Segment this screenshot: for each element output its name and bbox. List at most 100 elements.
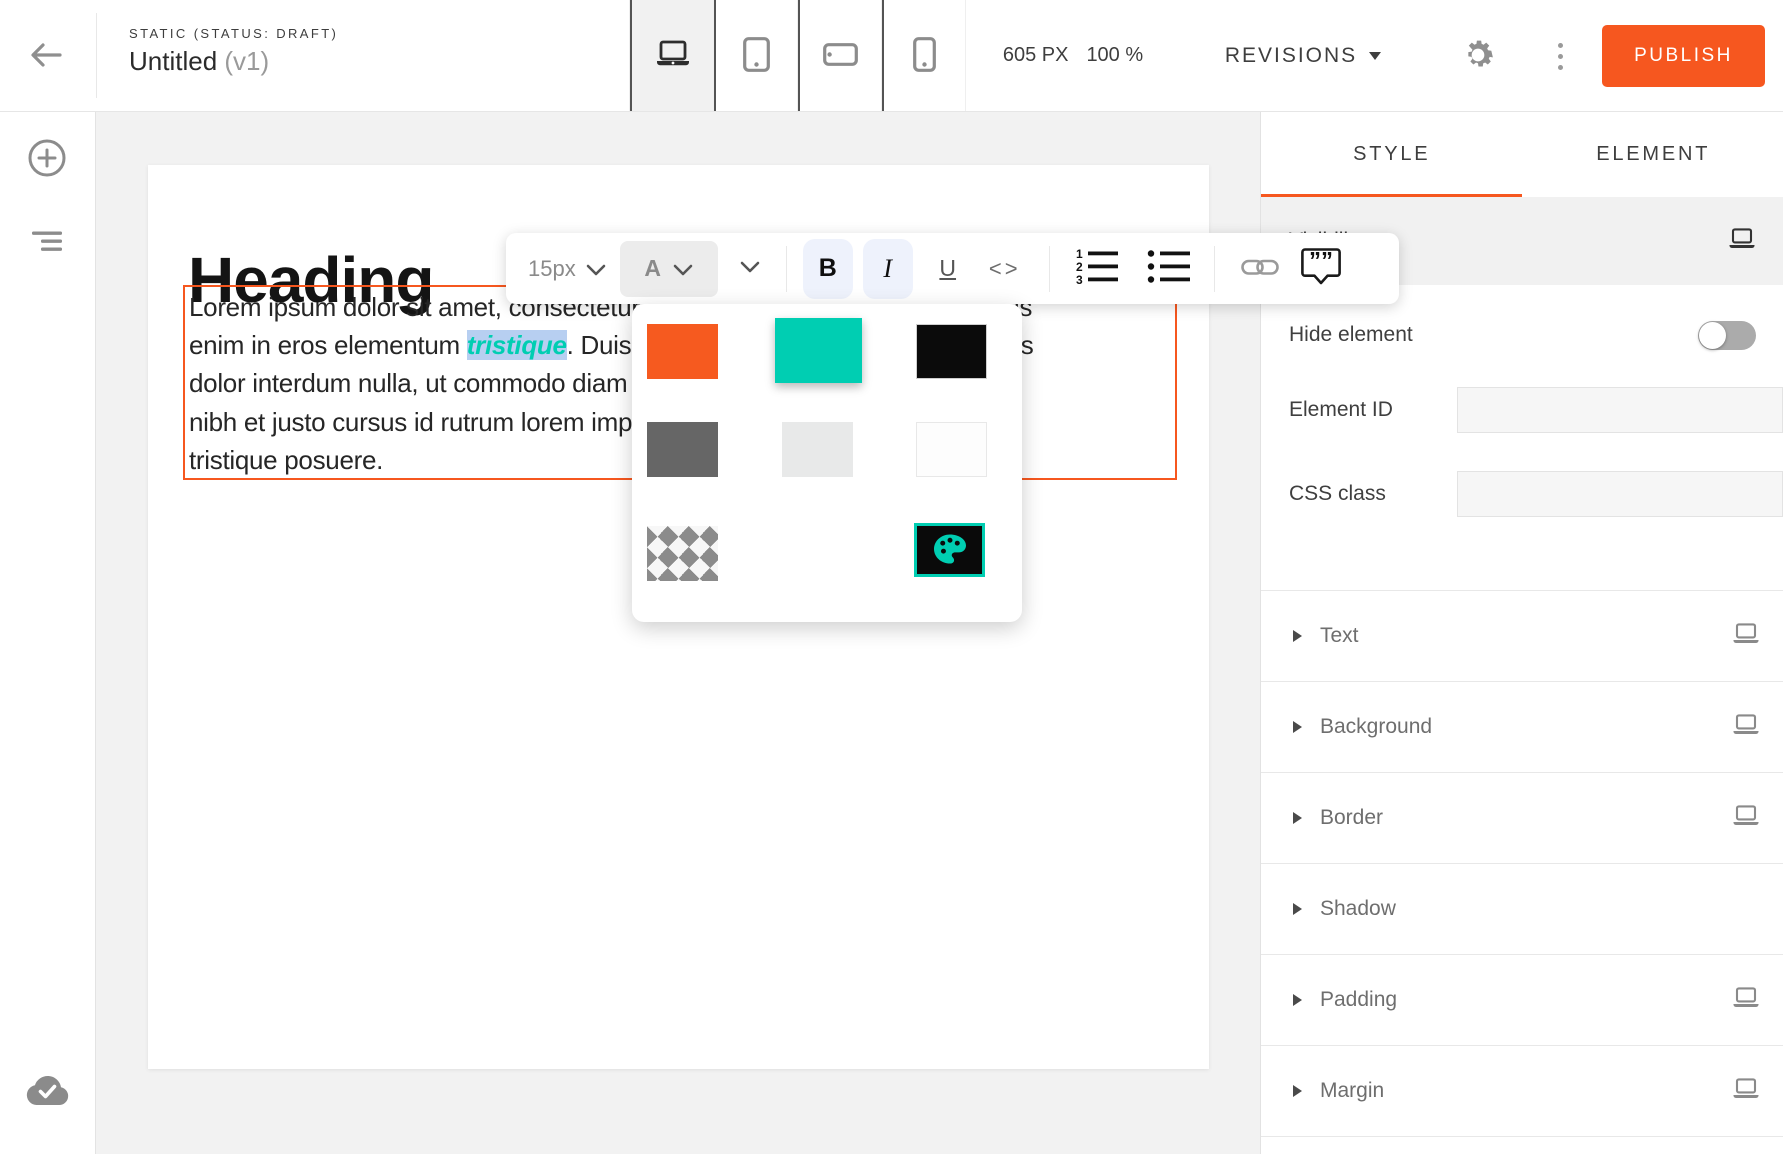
section-background[interactable]: Background: [1261, 682, 1783, 773]
custom-color-swatch-selected[interactable]: [914, 523, 985, 577]
tab-style[interactable]: STYLE: [1261, 112, 1523, 197]
bullet-list-button[interactable]: [1142, 239, 1196, 299]
page-builder-app: STATIC (STATUS: DRAFT) Untitled (v1): [0, 0, 1783, 1154]
color-swatch-transparent[interactable]: [647, 526, 718, 581]
chevron-right-icon: [1293, 630, 1302, 642]
device-scope-icon: [1732, 714, 1760, 741]
color-swatch-light-gray[interactable]: [782, 422, 853, 477]
back-button[interactable]: [26, 40, 66, 72]
css-class-input[interactable]: [1457, 471, 1783, 517]
version-label: (v1): [224, 46, 269, 76]
element-id-input[interactable]: [1457, 387, 1783, 433]
saved-status-indicator: [24, 1076, 70, 1110]
document-title-block: STATIC (STATUS: DRAFT) Untitled (v1): [129, 26, 338, 77]
section-padding[interactable]: Padding: [1261, 955, 1783, 1046]
svg-text:3: 3: [1076, 273, 1083, 287]
color-swatch-dark-gray[interactable]: [647, 422, 718, 477]
kebab-icon: [1558, 43, 1563, 48]
hide-element-toggle[interactable]: [1698, 321, 1756, 350]
phone-portrait-icon: [913, 37, 936, 75]
ordered-list-button[interactable]: 123: [1070, 239, 1124, 299]
style-sections: Text Background Border Shadow Padding: [1261, 590, 1783, 1137]
gear-icon: [1459, 62, 1497, 77]
laptop-icon: [654, 40, 692, 71]
palette-icon: [932, 533, 968, 568]
revisions-dropdown[interactable]: REVISIONS: [1203, 0, 1403, 111]
highlighted-text: tristique: [467, 330, 567, 360]
cloud-check-icon: [24, 1074, 70, 1112]
chevron-right-icon: [1293, 903, 1302, 915]
svg-text:””: ””: [1309, 248, 1333, 275]
device-phone-landscape-button[interactable]: [798, 0, 882, 111]
link-button[interactable]: [1237, 239, 1283, 299]
layers-button[interactable]: [24, 220, 70, 266]
numbered-list-icon: 123: [1074, 247, 1120, 290]
top-bar: STATIC (STATUS: DRAFT) Untitled (v1): [0, 0, 1783, 112]
chevron-down-icon: [673, 255, 693, 282]
quote-bubble-icon: ””: [1300, 247, 1342, 290]
device-preview-switcher: [629, 0, 966, 111]
color-swatch-white[interactable]: [916, 422, 987, 477]
section-text[interactable]: Text: [1261, 591, 1783, 682]
more-styles-dropdown[interactable]: [732, 241, 768, 297]
hide-element-label: Hide element: [1289, 323, 1413, 347]
device-scope-icon: [1728, 228, 1756, 255]
divider: [1214, 246, 1215, 292]
italic-button[interactable]: I: [863, 239, 913, 299]
chevron-down-icon: [586, 256, 606, 282]
publish-button[interactable]: PUBLISH: [1602, 25, 1765, 87]
zoom-percent-value: 100 %: [1086, 44, 1143, 67]
panel-tabs: STYLE ELEMENT: [1261, 112, 1783, 198]
divider: [1049, 246, 1050, 292]
divider: [96, 13, 97, 98]
chevron-right-icon: [1293, 994, 1302, 1006]
hide-element-row: Hide element: [1289, 312, 1756, 358]
code-button[interactable]: <>: [979, 239, 1031, 299]
blockquote-button[interactable]: ””: [1293, 239, 1349, 299]
element-id-row: Element ID: [1289, 386, 1764, 433]
device-phone-button[interactable]: [882, 0, 966, 111]
add-element-button[interactable]: [24, 136, 70, 182]
canvas-width-value: 605 PX: [1003, 44, 1069, 67]
text-format-toolbar: 15px A B I U <> 123: [506, 233, 1399, 304]
svg-text:2: 2: [1076, 260, 1083, 274]
color-swatch-black[interactable]: [916, 324, 987, 379]
device-scope-icon: [1732, 805, 1760, 832]
element-id-label: Element ID: [1289, 398, 1393, 422]
color-picker-popover: [632, 304, 1022, 622]
color-swatch-orange[interactable]: [647, 324, 718, 379]
caret-down-icon: [1369, 52, 1381, 60]
font-size-dropdown[interactable]: 15px: [528, 256, 606, 282]
tab-element[interactable]: ELEMENT: [1523, 112, 1783, 197]
device-scope-icon: [1732, 1078, 1760, 1105]
canvas-size-indicator: 605 PX 100 %: [969, 0, 1177, 111]
svg-text:1: 1: [1076, 247, 1083, 261]
chevron-right-icon: [1293, 721, 1302, 733]
section-margin[interactable]: Margin: [1261, 1046, 1783, 1137]
phone-landscape-icon: [823, 43, 858, 69]
device-tablet-button[interactable]: [714, 0, 798, 111]
chevron-right-icon: [1293, 812, 1302, 824]
more-options-button[interactable]: [1545, 33, 1575, 79]
bold-button[interactable]: B: [803, 239, 853, 299]
tablet-icon: [743, 37, 770, 75]
underline-button[interactable]: U: [927, 239, 969, 299]
chevron-down-icon: [740, 261, 760, 276]
status-label: STATIC (STATUS: DRAFT): [129, 26, 338, 41]
color-swatch-teal-selected[interactable]: [775, 318, 862, 383]
css-class-row: CSS class: [1289, 470, 1764, 517]
plus-circle-icon: [26, 137, 68, 182]
layers-list-icon: [31, 231, 63, 255]
settings-button[interactable]: [1458, 36, 1498, 76]
left-toolbar: [0, 112, 96, 1154]
divider: [786, 246, 787, 292]
section-shadow[interactable]: Shadow: [1261, 864, 1783, 955]
link-chain-icon: [1241, 255, 1279, 282]
chevron-right-icon: [1293, 1085, 1302, 1097]
bullet-list-icon: [1146, 247, 1192, 290]
device-desktop-button[interactable]: [630, 0, 714, 111]
section-border[interactable]: Border: [1261, 773, 1783, 864]
device-scope-icon: [1732, 987, 1760, 1014]
device-scope-icon: [1732, 623, 1760, 650]
text-color-dropdown[interactable]: A: [620, 241, 718, 297]
